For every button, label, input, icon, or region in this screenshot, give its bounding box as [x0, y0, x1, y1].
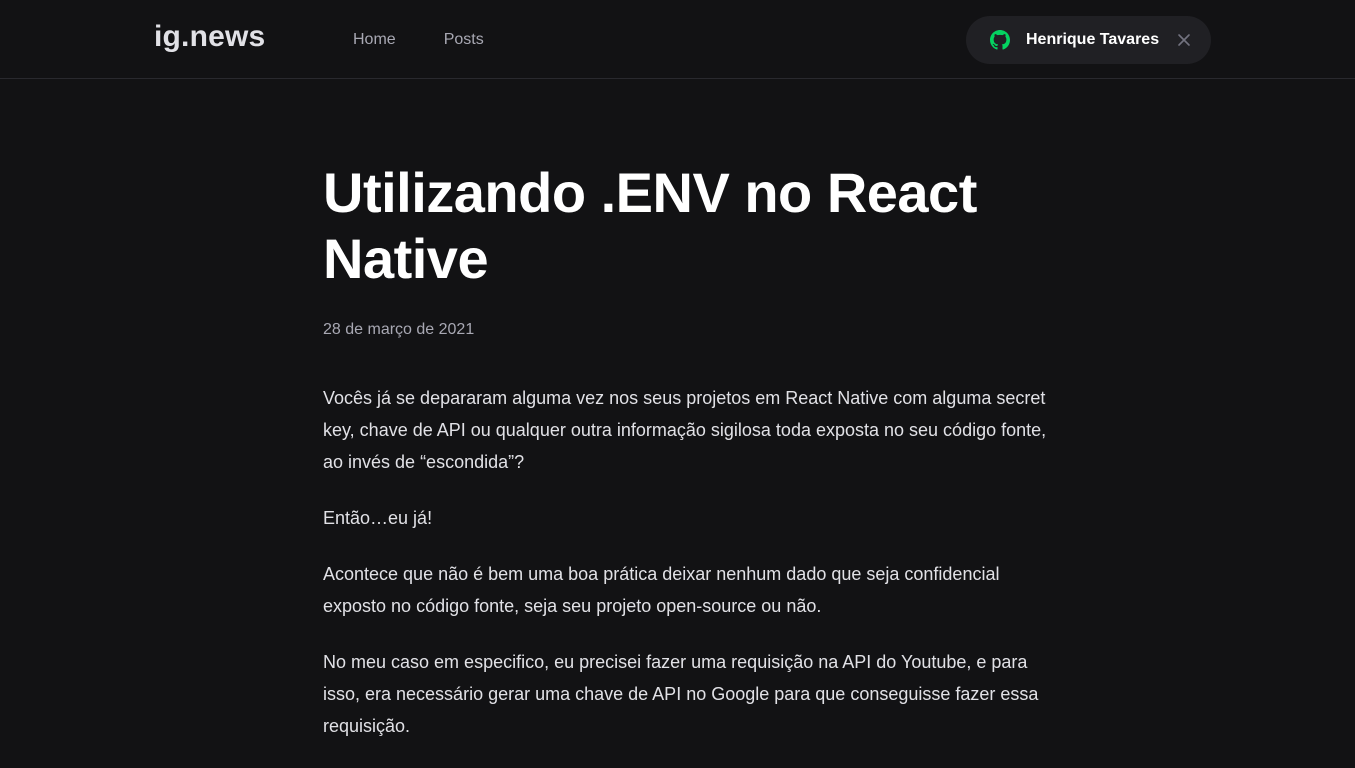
post-paragraph: No meu caso em especifico, eu precisei f… [323, 652, 1039, 736]
nav-link-posts[interactable]: Posts [444, 0, 484, 79]
user-signout-button[interactable]: Henrique Tavares [966, 16, 1211, 64]
post-paragraph: Acontece que não é bem uma boa prática d… [323, 564, 1000, 616]
nav-link-home[interactable]: Home [353, 0, 396, 79]
main-nav: Home Posts [353, 0, 484, 79]
post-date: 28 de março de 2021 [323, 321, 475, 338]
user-name: Henrique Tavares [1026, 31, 1160, 48]
post-title: Utilizando .ENV no React Native [323, 161, 977, 290]
post-paragraph: Então…eu já! [323, 508, 433, 528]
github-icon [990, 30, 1010, 50]
site-header: ig.news Home Posts Henrique Tavares [0, 0, 1355, 79]
post-article: Utilizando .ENV no React Native 28 de ma… [323, 160, 1053, 742]
site-logo[interactable]: ig.news [154, 18, 265, 56]
post-paragraph: Vocês já se depararam alguma vez nos seu… [323, 388, 1047, 472]
close-icon[interactable] [1177, 33, 1191, 47]
